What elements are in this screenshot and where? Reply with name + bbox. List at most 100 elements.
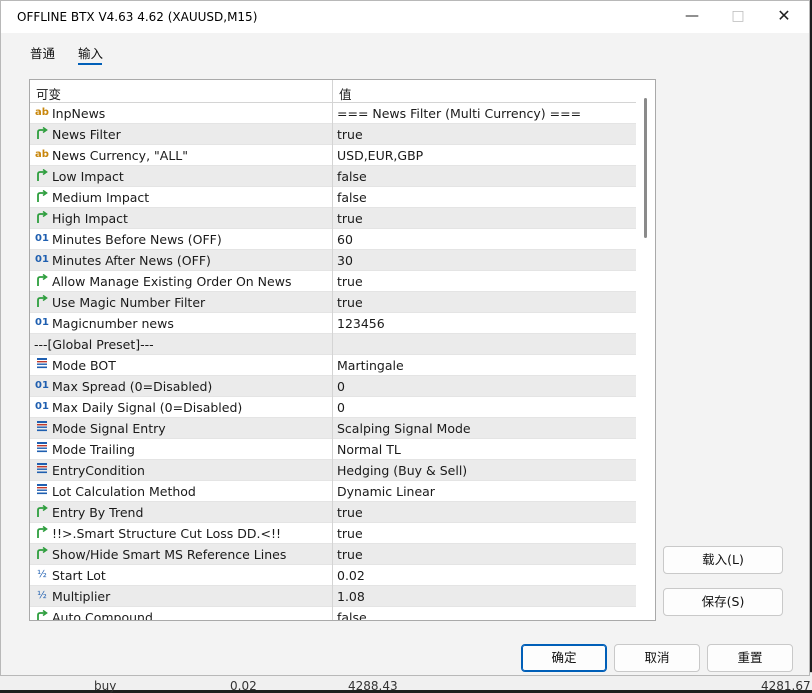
row-value[interactable]: Martingale	[337, 358, 404, 373]
maximize-button[interactable]: □	[715, 1, 761, 31]
row-value[interactable]: Dynamic Linear	[337, 484, 435, 499]
close-icon: ✕	[777, 6, 791, 25]
bool-type-icon	[34, 505, 50, 519]
grid-row[interactable]: Use Magic Number Filter true	[30, 292, 636, 313]
grid-rows: ab InpNews === News Filter (Multi Currency…	[30, 103, 636, 620]
row-divider	[332, 208, 333, 229]
grid-row[interactable]: ab InpNews === News Filter (Multi Currency…	[30, 103, 636, 124]
row-variable-name: !!>.Smart Structure Cut Loss DD.<!!	[52, 526, 282, 541]
row-divider	[332, 397, 333, 418]
grid-row[interactable]: Allow Manage Existing Order On News true	[30, 271, 636, 292]
string-type-icon: ab	[35, 107, 49, 118]
ok-button[interactable]: 确定	[521, 644, 607, 672]
grid-row[interactable]: Lot Calculation Method Dynamic Linear	[30, 481, 636, 502]
enum-type-icon	[34, 358, 50, 372]
row-variable-name: InpNews	[52, 106, 106, 121]
grid-row[interactable]: Low Impact false	[30, 166, 636, 187]
row-value[interactable]: 30	[337, 253, 353, 268]
row-value[interactable]: false	[337, 610, 367, 620]
row-divider	[332, 481, 333, 502]
row-value[interactable]: Scalping Signal Mode	[337, 421, 471, 436]
double-type-icon: ½	[37, 569, 47, 580]
grid-row[interactable]: 01 Max Daily Signal (0=Disabled) 0	[30, 397, 636, 418]
row-variable-name: Magicnumber news	[52, 316, 174, 331]
row-value[interactable]: false	[337, 190, 367, 205]
row-divider	[332, 439, 333, 460]
grid-row[interactable]: 01 Minutes Before News (OFF) 60	[30, 229, 636, 250]
row-variable-name: Multiplier	[52, 589, 111, 604]
bool-type-icon	[34, 295, 50, 309]
row-value[interactable]: 0	[337, 400, 345, 415]
column-divider[interactable]	[332, 80, 333, 102]
row-value[interactable]: 60	[337, 232, 353, 247]
grid-row[interactable]: Entry By Trend true	[30, 502, 636, 523]
row-divider	[332, 334, 333, 355]
grid-row[interactable]: Medium Impact false	[30, 187, 636, 208]
row-divider	[332, 145, 333, 166]
row-value[interactable]: false	[337, 169, 367, 184]
row-divider	[332, 460, 333, 481]
minimize-icon: —	[685, 8, 699, 24]
save-button[interactable]: 保存(S)	[663, 588, 783, 616]
grid-row[interactable]: 01 Magicnumber news 123456	[30, 313, 636, 334]
row-value[interactable]: 123456	[337, 316, 385, 331]
trade-current-price: 4281.67	[761, 679, 811, 693]
row-value[interactable]: 1.08	[337, 589, 365, 604]
grid-row[interactable]: ab News Currency, "ALL" USD,EUR,GBP	[30, 145, 636, 166]
grid-row[interactable]: !!>.Smart Structure Cut Loss DD.<!! true	[30, 523, 636, 544]
row-value[interactable]: === News Filter (Multi Currency) ===	[337, 106, 581, 121]
row-variable-name: Mode Trailing	[52, 442, 135, 457]
cancel-button[interactable]: 取消	[614, 644, 700, 672]
row-value[interactable]: true	[337, 274, 363, 289]
row-value[interactable]: true	[337, 526, 363, 541]
ea-properties-dialog: OFFLINE BTX V4.63 4.62 (XAUUSD,M15) — □ …	[0, 0, 810, 676]
row-divider	[332, 544, 333, 565]
grid-row[interactable]: Mode BOT Martingale	[30, 355, 636, 376]
row-variable-name: Allow Manage Existing Order On News	[52, 274, 292, 289]
grid-row[interactable]: Mode Signal Entry Scalping Signal Mode	[30, 418, 636, 439]
load-button[interactable]: 载入(L)	[663, 546, 783, 574]
vertical-scrollbar[interactable]	[637, 80, 654, 620]
grid-row[interactable]: ---[Global Preset]---	[30, 334, 636, 355]
grid-row[interactable]: 01 Max Spread (0=Disabled) 0	[30, 376, 636, 397]
row-divider	[332, 418, 333, 439]
bool-type-icon	[34, 211, 50, 225]
row-value[interactable]: true	[337, 127, 363, 142]
scrollbar-thumb[interactable]	[644, 98, 647, 238]
tab-inputs[interactable]: 输入	[78, 43, 103, 62]
integer-type-icon: 01	[35, 380, 49, 391]
minimize-button[interactable]: —	[669, 1, 715, 31]
row-variable-name: Entry By Trend	[52, 505, 144, 520]
tab-common[interactable]: 普通	[30, 43, 55, 62]
row-value[interactable]: true	[337, 211, 363, 226]
grid-row[interactable]: High Impact true	[30, 208, 636, 229]
grid-row[interactable]: ½ Start Lot 0.02	[30, 565, 636, 586]
enum-type-icon	[34, 442, 50, 456]
grid-row[interactable]: EntryCondition Hedging (Buy & Sell)	[30, 460, 636, 481]
row-value[interactable]: true	[337, 547, 363, 562]
grid-row[interactable]: ½ Multiplier 1.08	[30, 586, 636, 607]
grid-row[interactable]: Auto Compound false	[30, 607, 636, 620]
row-divider	[332, 271, 333, 292]
grid-row[interactable]: News Filter true	[30, 124, 636, 145]
row-value[interactable]: 0	[337, 379, 345, 394]
close-button[interactable]: ✕	[761, 1, 807, 31]
column-header-variable[interactable]: 可变	[36, 84, 61, 103]
row-variable-name: Minutes Before News (OFF)	[52, 232, 222, 247]
row-divider	[332, 103, 333, 124]
row-value[interactable]: Normal TL	[337, 442, 401, 457]
row-variable-name: Start Lot	[52, 568, 106, 583]
bool-type-icon	[34, 274, 50, 288]
grid-row[interactable]: 01 Minutes After News (OFF) 30	[30, 250, 636, 271]
reset-button[interactable]: 重置	[707, 644, 793, 672]
row-divider	[332, 607, 333, 620]
grid-row[interactable]: Show/Hide Smart MS Reference Lines true	[30, 544, 636, 565]
column-header-value[interactable]: 值	[339, 84, 352, 103]
row-value[interactable]: true	[337, 295, 363, 310]
grid-row[interactable]: Mode Trailing Normal TL	[30, 439, 636, 460]
row-value[interactable]: USD,EUR,GBP	[337, 148, 423, 163]
row-value[interactable]: 0.02	[337, 568, 365, 583]
row-value[interactable]: Hedging (Buy & Sell)	[337, 463, 467, 478]
row-value[interactable]: true	[337, 505, 363, 520]
row-divider	[332, 523, 333, 544]
